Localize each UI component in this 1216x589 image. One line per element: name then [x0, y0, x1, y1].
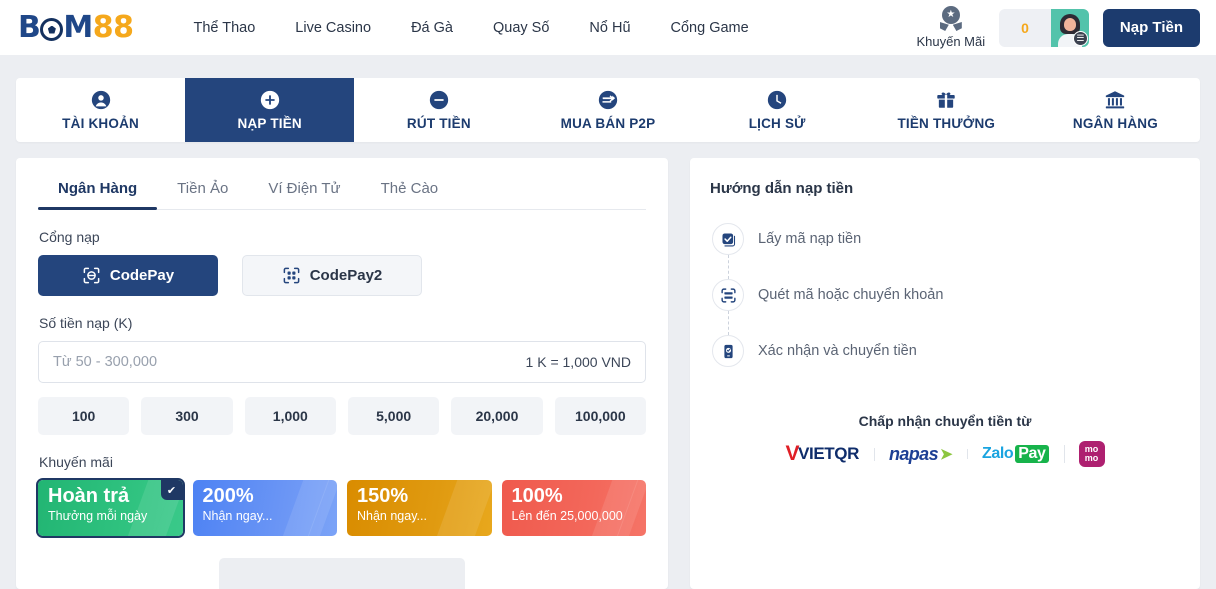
- page-content: Ngân Hàng Tiền Ảo Ví Điện Tử Thẻ Cào Cổn…: [0, 142, 1216, 589]
- tab-tai-khoan[interactable]: TÀI KHOẢN: [16, 78, 185, 142]
- tab-label: RÚT TIỀN: [406, 116, 471, 131]
- promotions-button[interactable]: ★ Khuyến Mãi: [916, 6, 985, 49]
- quick-amount-chip[interactable]: 100: [38, 397, 130, 435]
- nav-item-no-hu[interactable]: Nổ Hũ: [569, 12, 650, 44]
- tab-lich-su[interactable]: LỊCH SỬ: [693, 78, 862, 142]
- scan-face-icon: [83, 267, 100, 284]
- tab-mua-ban-p2p[interactable]: MUA BÁN P2P: [523, 78, 692, 142]
- tab-label: MUA BÁN P2P: [560, 116, 656, 131]
- nav-item-cong-game[interactable]: Cổng Game: [651, 12, 769, 44]
- guide-step-label: Quét mã hoặc chuyển khoản: [758, 287, 944, 303]
- tab-label: TIỀN THƯỞNG: [897, 116, 996, 131]
- napas-logo: napas ➤: [873, 443, 967, 465]
- guide-step-3: Xác nhận và chuyển tiền: [712, 323, 1180, 379]
- balance-widget[interactable]: 0 ☰: [999, 8, 1089, 47]
- gateway-section-label: Cổng nạp: [39, 229, 100, 245]
- napas-text: napas: [888, 443, 939, 464]
- scan-icon: [712, 279, 744, 311]
- conversion-rate-hint: 1 K = 1,000 VND: [525, 354, 631, 370]
- nav-item-the-thao[interactable]: Thể Thao: [173, 12, 275, 44]
- clock-icon: [767, 90, 787, 110]
- accepted-transfer-title: Chấp nhận chuyển tiền từ: [858, 413, 1032, 429]
- nav-item-live-casino[interactable]: Live Casino: [275, 12, 391, 44]
- quick-amount-chip[interactable]: 1,000: [244, 397, 336, 435]
- zalopay-logo: Zalo Pay: [966, 445, 1064, 463]
- gateway-options: CodePay CodePay2: [38, 255, 646, 296]
- promotions-label: Khuyến Mãi: [916, 34, 986, 49]
- soccer-ball-icon: [40, 18, 64, 41]
- account-tabs: TÀI KHOẢN NẠP TIỀN RÚT TIỀN MUA BÁN P2P …: [16, 78, 1200, 142]
- tab-nap-tien[interactable]: NẠP TIỀN: [185, 78, 355, 142]
- amount-input-placeholder[interactable]: Từ 50 - 300,000: [53, 354, 157, 370]
- user-circle-icon: [91, 90, 110, 110]
- account-tabs-wrapper: TÀI KHOẢN NẠP TIỀN RÚT TIỀN MUA BÁN P2P …: [0, 78, 1216, 142]
- vietqr-text: VIETQR: [798, 444, 859, 463]
- gateway-codepay2[interactable]: CodePay2: [242, 255, 422, 296]
- nav-item-da-ga[interactable]: Đá Gà: [391, 12, 473, 44]
- logo-text-b: B: [18, 10, 41, 45]
- quick-amount-chips: 100 300 1,000 5,000 20,000 100,000: [38, 397, 646, 435]
- tab-rut-tien[interactable]: RÚT TIỀN: [354, 78, 523, 142]
- submit-deposit-button[interactable]: [219, 558, 465, 589]
- deposit-panel: Ngân Hàng Tiền Ảo Ví Điện Tử Thẻ Cào Cổn…: [16, 158, 668, 589]
- main-navigation: Thể Thao Live Casino Đá Gà Quay Số Nổ Hũ…: [173, 12, 768, 44]
- gateway-codepay[interactable]: CodePay: [38, 255, 218, 296]
- promo-card-hoan-tra[interactable]: Hoàn trả Thưởng mỗi ngày ✔: [38, 480, 183, 536]
- subtab-the-cao[interactable]: Thẻ Cào: [361, 166, 459, 209]
- guide-steps: Lấy mã nạp tiền Quét mã hoặc chuyển khoả…: [710, 211, 1180, 379]
- menu-badge-icon: ☰: [1072, 30, 1088, 46]
- quick-amount-chip[interactable]: 20,000: [451, 397, 543, 435]
- vietqr-logo: V VIETQR: [785, 442, 859, 465]
- exchange-circle-icon: [598, 90, 618, 110]
- subtab-ngan-hang[interactable]: Ngân Hàng: [38, 166, 158, 210]
- header-actions: ★ Khuyến Mãi 0 ☰ Nạp Tiền: [916, 6, 1200, 49]
- subtab-tien-ao[interactable]: Tiền Ảo: [157, 166, 248, 209]
- promotion-cards: Hoàn trả Thưởng mỗi ngày ✔ 200% Nhận nga…: [38, 480, 646, 536]
- guide-step-1: Lấy mã nạp tiền: [712, 211, 1180, 279]
- site-logo[interactable]: B M 88: [18, 10, 134, 45]
- logo-text-m: M: [63, 10, 93, 45]
- tab-ngan-hang[interactable]: NGÂN HÀNG: [1031, 78, 1200, 142]
- nav-item-quay-so[interactable]: Quay Số: [473, 12, 569, 44]
- guide-step-label: Lấy mã nạp tiền: [758, 231, 862, 247]
- minus-circle-icon: [429, 90, 449, 110]
- quick-amount-chip[interactable]: 5,000: [347, 397, 440, 435]
- tab-tien-thuong[interactable]: TIỀN THƯỞNG: [862, 78, 1031, 142]
- guide-step-2: Quét mã hoặc chuyển khoản: [712, 267, 1180, 335]
- mobile-check-icon: [712, 335, 744, 367]
- quick-amount-chip[interactable]: 300: [141, 397, 233, 435]
- amount-input-wrapper[interactable]: Từ 50 - 300,000 1 K = 1,000 VND: [38, 341, 646, 383]
- subtab-vi-dien-tu[interactable]: Ví Điện Tử: [248, 166, 360, 209]
- promo-card-100[interactable]: 100% Lên đến 25,000,000: [501, 480, 646, 536]
- medal-star-icon: ★: [938, 6, 964, 32]
- header-deposit-button[interactable]: Nạp Tiền: [1102, 8, 1200, 47]
- amount-section-label: Số tiền nạp (K): [39, 315, 133, 331]
- tab-label: NGÂN HÀNG: [1072, 116, 1158, 131]
- plus-circle-icon: [260, 90, 279, 110]
- payment-logos: V VIETQR napas ➤ Zalo Pay mo mo: [710, 441, 1180, 467]
- tab-label: TÀI KHOẢN: [62, 116, 139, 131]
- guide-title: Hướng dẫn nạp tiền: [710, 180, 854, 197]
- promo-card-150[interactable]: 150% Nhận ngay...: [347, 480, 492, 536]
- balance-amount: 0: [1021, 19, 1029, 36]
- promo-card-200[interactable]: 200% Nhận ngay...: [192, 480, 337, 536]
- tab-label: NẠP TIỀN: [237, 116, 302, 131]
- qr-grid-icon: [283, 267, 300, 284]
- gateway-label: CodePay2: [309, 267, 383, 284]
- deposit-method-tabs: Ngân Hàng Tiền Ảo Ví Điện Tử Thẻ Cào: [38, 158, 646, 210]
- bank-icon: [1106, 91, 1125, 109]
- gateway-label: CodePay: [109, 267, 175, 284]
- check-icon: ✔: [160, 480, 183, 500]
- gift-icon: [937, 92, 955, 109]
- site-header: B M 88 Thể Thao Live Casino Đá Gà Quay S…: [0, 0, 1216, 55]
- quick-amount-chip[interactable]: 100,000: [554, 397, 646, 435]
- check-square-icon: [712, 223, 744, 255]
- guide-step-label: Xác nhận và chuyển tiền: [758, 343, 917, 359]
- momo-logo: mo mo: [1063, 441, 1120, 467]
- tab-label: LỊCH SỬ: [748, 116, 806, 131]
- user-avatar[interactable]: ☰: [1050, 8, 1089, 47]
- guide-panel: Hướng dẫn nạp tiền Lấy mã nạp tiền Quét …: [690, 158, 1200, 589]
- promo-section-label: Khuyến mãi: [39, 454, 113, 470]
- logo-text-88: 88: [92, 10, 134, 45]
